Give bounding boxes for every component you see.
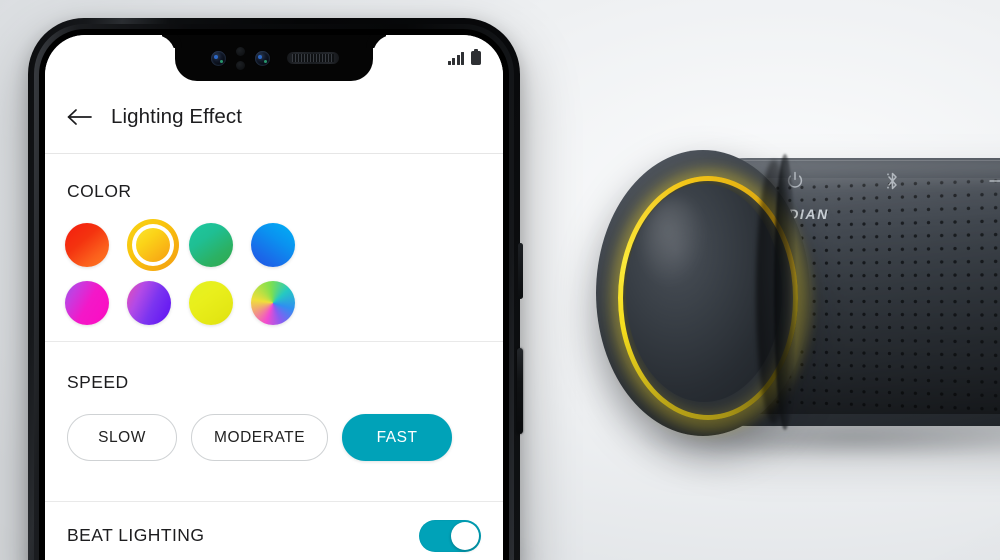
earpiece-speaker-icon [287, 52, 339, 64]
color-swatch-rainbow-multi[interactable] [251, 281, 295, 325]
color-swatch-grid [65, 216, 485, 332]
color-swatch-yellow-green[interactable] [189, 281, 233, 325]
volume-side-button[interactable] [518, 243, 523, 299]
battery-icon [471, 48, 481, 65]
color-section: COLOR [45, 154, 503, 342]
beat-lighting-label: BEAT LIGHTING [67, 525, 205, 545]
bluetooth-icon[interactable] [828, 171, 956, 191]
color-swatch-cell [251, 274, 355, 332]
volume-down-icon[interactable] [956, 176, 1000, 186]
color-swatch-cell [251, 216, 355, 274]
app-header: Lighting Effect [45, 81, 503, 154]
speed-option-fast[interactable]: FAST [342, 414, 453, 461]
speed-section: SPEED SLOW MODERATE FAST [45, 342, 503, 502]
phone-device: Lighting Effect COLOR SPEED SLOW MODERATE… [28, 18, 523, 560]
swatch-core [136, 228, 170, 262]
color-swatch-teal-green[interactable] [189, 223, 233, 267]
color-swatch-red-orange[interactable] [65, 223, 109, 267]
woofer-highlight [642, 198, 706, 288]
toggle-knob [451, 521, 479, 550]
color-section-label: COLOR [67, 181, 132, 201]
scene: Lighting Effect COLOR SPEED SLOW MODERATE… [0, 0, 1000, 560]
speed-section-label: SPEED [67, 372, 129, 392]
speaker-seam-line [774, 154, 796, 430]
front-camera-right-icon [255, 51, 270, 66]
speed-option-moderate[interactable]: MODERATE [191, 414, 329, 461]
color-swatch-yellow-amber[interactable] [127, 219, 179, 271]
page-title: Lighting Effect [111, 105, 243, 128]
beat-lighting-row: BEAT LIGHTING [45, 502, 503, 560]
speed-option-slow[interactable]: SLOW [67, 414, 177, 461]
signal-bars-icon [447, 52, 464, 65]
display-notch [175, 35, 373, 81]
front-camera-left-icon [211, 51, 226, 66]
proximity-sensor-icon [236, 47, 245, 56]
phone-screen: Lighting Effect COLOR SPEED SLOW MODERATE… [45, 35, 503, 560]
speed-options: SLOW MODERATE FAST [67, 414, 453, 461]
color-swatch-cyan-blue[interactable] [251, 223, 295, 267]
color-swatch-violet-purple[interactable] [127, 281, 171, 325]
beat-lighting-toggle[interactable] [419, 519, 481, 552]
back-button[interactable] [67, 104, 93, 130]
power-side-button[interactable] [517, 348, 523, 434]
light-sensor-icon [236, 61, 245, 70]
color-swatch-magenta-pink[interactable] [65, 281, 109, 325]
bluetooth-speaker: with MERIDIAN [560, 120, 1000, 480]
arrow-left-icon [67, 109, 92, 125]
